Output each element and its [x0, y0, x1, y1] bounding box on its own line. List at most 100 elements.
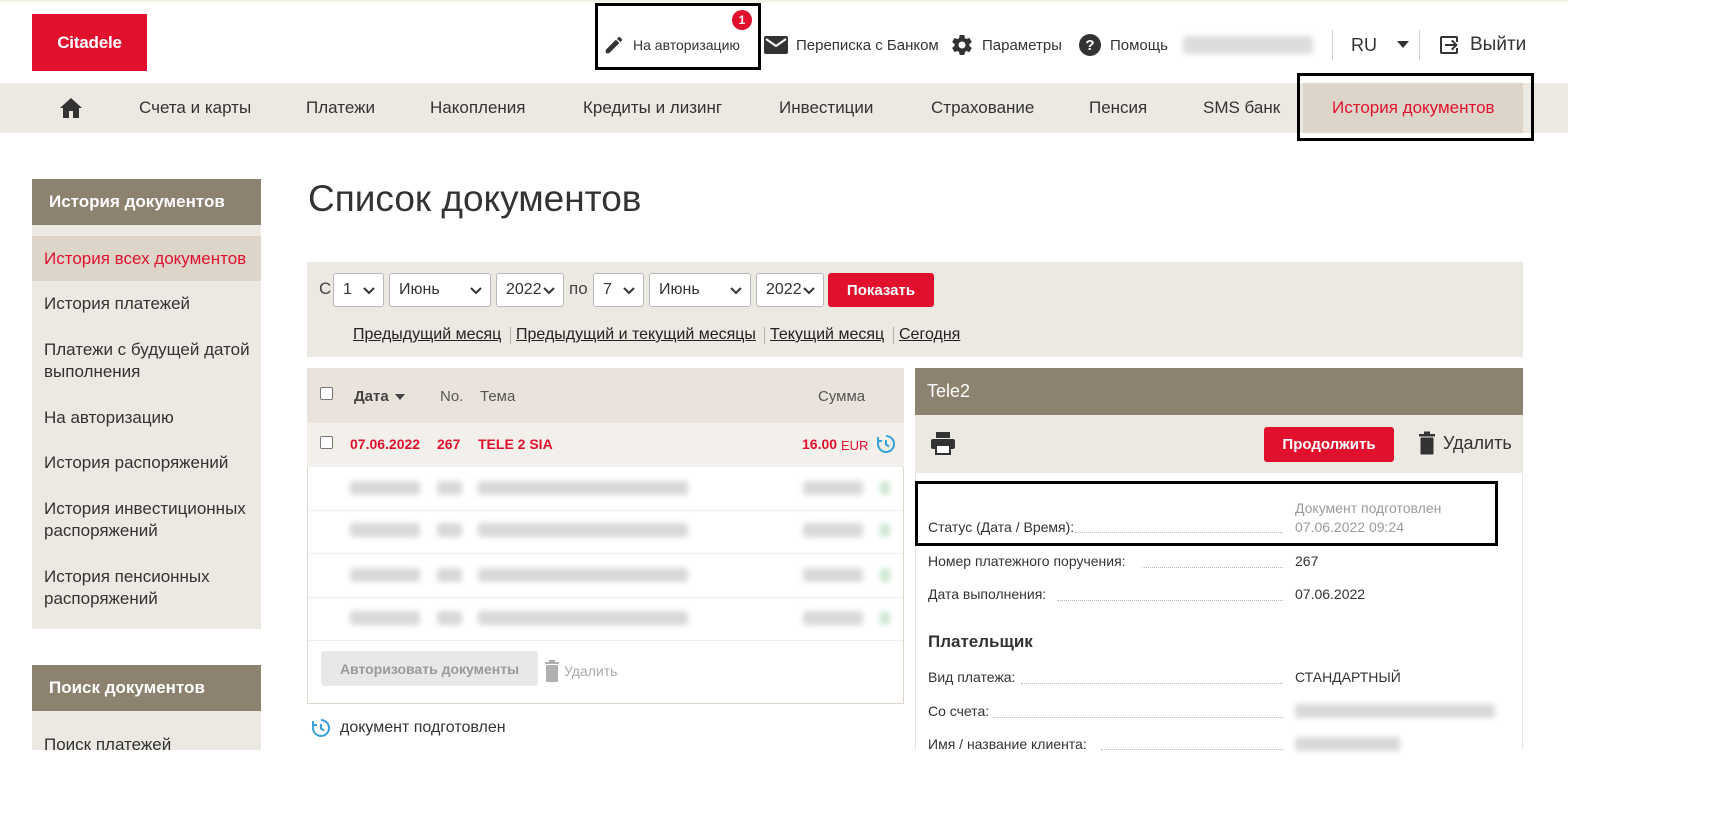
- sidebar-item-orders-history[interactable]: История распоряжений: [44, 452, 254, 474]
- table-row-redacted[interactable]: [345, 611, 893, 625]
- row-divider: [308, 510, 903, 511]
- nav-item-insurance[interactable]: Страхование: [931, 83, 1034, 133]
- sidebar-title: История документов: [32, 179, 261, 225]
- nav-item-savings[interactable]: Накопления: [430, 83, 525, 133]
- citadele-logo[interactable]: Citadele: [32, 14, 147, 71]
- nav-home[interactable]: [59, 83, 83, 133]
- home-icon: [60, 98, 82, 118]
- row-currency: EUR: [841, 438, 869, 453]
- logout-icon: [1440, 36, 1458, 54]
- to-year-select[interactable]: 2022: [756, 273, 824, 307]
- logout-label: Выйти: [1470, 34, 1527, 55]
- order-number-label: Номер платежного поручения:: [928, 553, 1126, 569]
- sidebar-item-future-payments[interactable]: Платежи с будущей датой выполнения: [44, 339, 254, 383]
- show-button[interactable]: Показать: [828, 273, 934, 307]
- chevron-down-icon: [543, 287, 555, 295]
- to-month-value: Июнь: [659, 281, 700, 298]
- highlight-box-authorize: [595, 3, 761, 70]
- authorize-documents-button[interactable]: Авторизовать документы: [321, 651, 538, 686]
- nav-item-investments[interactable]: Инвестиции: [779, 83, 873, 133]
- table-row-redacted[interactable]: [345, 523, 893, 537]
- help-link[interactable]: ? Помощь: [1078, 30, 1168, 60]
- sidebar-item-investment-orders[interactable]: История инвестиционных распоряжений: [44, 498, 254, 542]
- chevron-down-icon: [730, 287, 742, 295]
- dotted-leader: [993, 717, 1283, 718]
- table-delete-button[interactable]: Удалить: [544, 659, 617, 683]
- quick-link-current-month[interactable]: Текущий месяц: [770, 326, 884, 344]
- settings-link[interactable]: Параметры: [950, 30, 1062, 60]
- dotted-leader: [1021, 683, 1283, 684]
- order-number-value: 267: [1295, 553, 1319, 569]
- dotted-leader: [1142, 567, 1283, 568]
- help-icon: ?: [1079, 34, 1101, 56]
- chevron-down-icon: [803, 287, 815, 295]
- legend-label: документ подготовлен: [340, 719, 506, 736]
- print-icon[interactable]: [930, 431, 956, 455]
- help-label: Помощь: [1110, 36, 1168, 54]
- nav-item-pension[interactable]: Пенсия: [1089, 83, 1147, 133]
- sidebar-item-search-payments[interactable]: Поиск платежей: [44, 734, 254, 756]
- gear-icon: [952, 34, 972, 56]
- sidebar-item-payments-history[interactable]: История платежей: [44, 293, 254, 315]
- details-title: Tele2: [915, 368, 1523, 415]
- sidebar-item-to-authorize[interactable]: На авторизацию: [44, 407, 254, 429]
- to-month-select[interactable]: Июнь: [649, 273, 751, 307]
- quick-link-separator: [764, 327, 765, 344]
- details-delete-button[interactable]: Удалить: [1418, 431, 1512, 455]
- from-day-select[interactable]: 1: [333, 273, 384, 307]
- to-day-select[interactable]: 7: [593, 273, 644, 307]
- sidebar-item-pension-orders[interactable]: История пенсионных распоряжений: [44, 566, 254, 610]
- highlight-box-status: [915, 481, 1498, 546]
- client-name-redacted: [1295, 737, 1400, 751]
- column-amount: Сумма: [818, 388, 866, 405]
- sidebar-item-all-documents[interactable]: История всех документов: [44, 248, 254, 270]
- from-day-value: 1: [343, 281, 352, 298]
- header-divider: [1419, 30, 1420, 60]
- nav-item-payments[interactable]: Платежи: [306, 83, 375, 133]
- from-month-select[interactable]: Июнь: [389, 273, 491, 307]
- column-date-label: Дата: [354, 388, 389, 405]
- row-divider: [308, 466, 903, 467]
- from-label: С: [319, 279, 332, 298]
- nav-item-accounts[interactable]: Счета и карты: [139, 83, 251, 133]
- messages-link[interactable]: Переписка с Банком: [764, 30, 939, 60]
- sort-caret-icon: [394, 394, 405, 401]
- table-row-redacted[interactable]: [345, 481, 893, 495]
- chevron-down-icon: [623, 287, 635, 295]
- continue-button[interactable]: Продолжить: [1264, 427, 1394, 462]
- envelope-icon: [764, 36, 788, 54]
- page-title: Список документов: [308, 178, 642, 219]
- select-all-checkbox[interactable]: [320, 387, 333, 400]
- quick-link-previous-and-current[interactable]: Предыдущий и текущий месяцы: [516, 326, 756, 344]
- table-delete-label: Удалить: [564, 663, 618, 679]
- logout-link[interactable]: Выйти: [1438, 30, 1526, 60]
- language-select[interactable]: RU: [1351, 30, 1409, 60]
- row-date: 07.06.2022: [350, 436, 421, 452]
- from-month-value: Июнь: [399, 281, 440, 298]
- column-subject: Тема: [480, 388, 516, 405]
- from-year-select[interactable]: 2022: [496, 273, 564, 307]
- row-number: 267: [437, 436, 461, 452]
- column-no: No.: [440, 388, 464, 405]
- row-checkbox[interactable]: [320, 436, 333, 449]
- quick-link-separator: [893, 327, 894, 344]
- caret-down-icon: [1397, 41, 1409, 48]
- nav-item-sms-bank[interactable]: SMS банк: [1203, 83, 1280, 133]
- sidebar-search-title: Поиск документов: [32, 665, 261, 711]
- to-day-value: 7: [603, 281, 612, 298]
- table-row-redacted[interactable]: [345, 568, 893, 582]
- row-divider: [308, 597, 903, 598]
- nav-item-loans[interactable]: Кредиты и лизинг: [583, 83, 722, 133]
- payment-type-value: СТАНДАРТНЫЙ: [1295, 669, 1401, 685]
- from-year-value: 2022: [506, 281, 542, 298]
- column-date-sort[interactable]: Дата: [354, 388, 405, 405]
- from-account-redacted: [1295, 704, 1495, 718]
- quick-link-previous-month[interactable]: Предыдущий месяц: [353, 326, 501, 344]
- row-subject: TELE 2 SIA: [478, 436, 553, 452]
- from-account-label: Со счета:: [928, 703, 990, 719]
- quick-link-today[interactable]: Сегодня: [899, 326, 960, 344]
- status-legend: документ подготовлен: [311, 718, 506, 738]
- header-divider: [1332, 30, 1333, 60]
- client-name-label: Имя / название клиента:: [928, 736, 1087, 752]
- trash-icon: [545, 660, 559, 682]
